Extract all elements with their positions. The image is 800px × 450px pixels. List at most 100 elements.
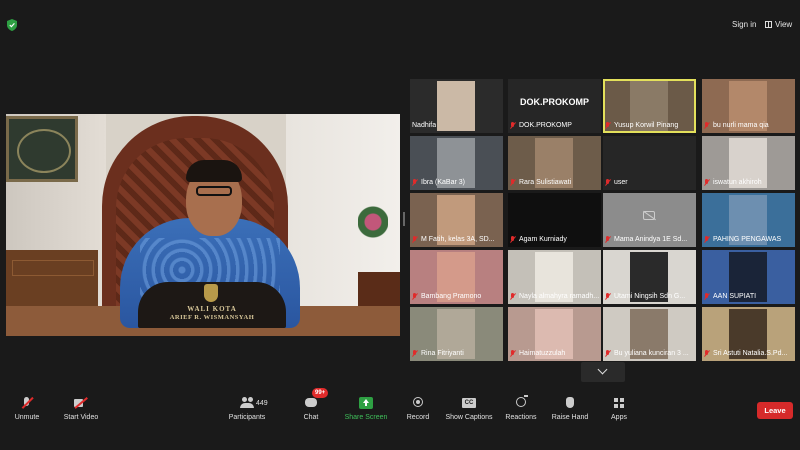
mic-muted-icon <box>20 397 34 409</box>
participants-label: Participants <box>228 414 266 421</box>
participant-name-bar: AAN SUPIATI <box>702 292 756 302</box>
participant-tile[interactable]: Nayla almahyra ramadh... <box>508 250 601 304</box>
video-off-icon <box>74 397 88 409</box>
show-captions-button[interactable]: Show Captions <box>444 392 494 428</box>
participant-tile[interactable]: bu nurli mama qia <box>702 79 795 133</box>
participant-tile[interactable]: Utami Ningsih Sdn G... <box>603 250 696 304</box>
participant-name: Sri Astuti Natalia.S.Pd... <box>713 350 788 357</box>
mic-muted-icon <box>605 179 611 187</box>
participant-tile[interactable]: DOK.PROKOMP DOK.PROKOMP <box>508 79 601 133</box>
unmute-label: Unmute <box>14 414 40 421</box>
participant-tile[interactable]: Haimatuzzulah <box>508 307 601 361</box>
participant-video <box>437 81 475 131</box>
top-bar: Sign in View <box>0 0 800 50</box>
reactions-button[interactable]: Reactions <box>503 392 539 428</box>
participant-name-bar: Nadhifa <box>410 121 436 131</box>
reactions-label: Reactions <box>505 414 537 421</box>
raise-hand-button[interactable]: Raise Hand <box>550 392 590 428</box>
participant-tile[interactable]: Bambang Pramono <box>410 250 503 304</box>
nameplate-name: ARIEF R. WISMANSYAH <box>169 314 255 321</box>
participant-name: PAHING PENGAWAS <box>713 236 782 243</box>
record-icon <box>411 397 425 409</box>
participant-name: Ibra (KaBar 3) <box>421 179 465 186</box>
share-screen-icon <box>359 397 373 409</box>
participant-tile[interactable]: user <box>603 136 696 190</box>
participant-name: DOK.PROKOMP <box>519 122 572 129</box>
participant-tile[interactable]: PAHING PENGAWAS <box>702 193 795 247</box>
flower-vase <box>358 206 388 246</box>
participant-name-bar: Rina Fitriyanti <box>410 349 464 359</box>
glasses <box>196 186 232 196</box>
mic-muted-icon <box>704 350 710 358</box>
participant-name-bar: Haimatuzzulah <box>508 349 565 359</box>
splitter-handle[interactable] <box>403 212 405 226</box>
mic-muted-icon <box>412 236 418 244</box>
participant-tile[interactable]: M Fatih, kelas 3A, SD... <box>410 193 503 247</box>
participant-name: Mama Anindya 1E Sd... <box>614 236 688 243</box>
shield-icon[interactable] <box>7 19 17 31</box>
start-video-label: Start Video <box>63 414 99 421</box>
participant-name-bar: Yusup Korwil Pinang <box>603 121 678 131</box>
participant-name: Utami Ningsih Sdn G... <box>614 293 686 300</box>
share-screen-button[interactable]: Share Screen <box>343 392 389 428</box>
next-page-button[interactable] <box>581 362 625 382</box>
sign-in-link[interactable]: Sign in <box>732 20 756 29</box>
mic-muted-icon <box>704 236 710 244</box>
reactions-icon <box>514 395 528 409</box>
apps-icon <box>612 397 626 409</box>
participant-name: M Fatih, kelas 3A, SD... <box>421 236 495 243</box>
participant-tile[interactable]: Rara Sulistiawati <box>508 136 601 190</box>
start-video-button[interactable]: Start Video <box>58 392 104 428</box>
show-captions-label: Show Captions <box>445 414 493 421</box>
mic-muted-icon <box>412 293 418 301</box>
record-button[interactable]: Record <box>403 392 433 428</box>
mic-muted-icon <box>704 122 710 130</box>
captions-icon <box>462 397 476 409</box>
participant-name-bar: M Fatih, kelas 3A, SD... <box>410 235 495 245</box>
participants-button[interactable]: Participants <box>224 392 270 428</box>
unmute-button[interactable]: Unmute <box>8 392 46 428</box>
participant-name-bar: bu nurli mama qia <box>702 121 769 131</box>
raise-hand-label: Raise Hand <box>551 414 589 421</box>
participant-tile[interactable]: Ibra (KaBar 3) <box>410 136 503 190</box>
participant-name: Nadhifa <box>412 122 437 129</box>
view-label: View <box>775 20 793 29</box>
record-label: Record <box>406 414 430 421</box>
participant-name-bar: user <box>603 178 628 188</box>
participant-tile[interactable]: Nadhifa <box>410 79 503 133</box>
participants-count: 449 <box>256 400 268 407</box>
hand-icon <box>563 397 577 409</box>
participant-tile[interactable]: Agam Kurniady <box>508 193 601 247</box>
mic-muted-icon <box>605 350 611 358</box>
mic-muted-icon <box>510 179 516 187</box>
participant-name: Agam Kurniady <box>519 236 567 243</box>
participant-tile[interactable]: AAN SUPIATI <box>702 250 795 304</box>
participant-tile[interactable]: Bu yuliana kunciran 3 ... <box>603 307 696 361</box>
participant-name: Bambang Pramono <box>421 293 482 300</box>
participant-name: Bu yuliana kunciran 3 ... <box>614 350 689 357</box>
cabinet <box>6 250 98 310</box>
calligraphy-frame <box>6 116 78 182</box>
participant-tile[interactable]: iswatun akhiroh <box>702 136 795 190</box>
participant-tile[interactable]: Sri Astuti Natalia.S.Pd... <box>702 307 795 361</box>
participant-name: Rina Fitriyanti <box>421 350 464 357</box>
mic-muted-icon <box>510 122 516 130</box>
view-button[interactable]: View <box>765 20 792 29</box>
view-grid-icon <box>765 21 772 28</box>
participant-tile[interactable]: Rina Fitriyanti <box>410 307 503 361</box>
participant-name-bar: Mama Anindya 1E Sd... <box>603 235 687 245</box>
participant-name: AAN SUPIATI <box>713 293 757 300</box>
chevron-down-icon <box>597 364 608 375</box>
leave-button[interactable]: Leave <box>757 402 793 419</box>
participant-name-bar: PAHING PENGAWAS <box>702 235 781 245</box>
mic-muted-icon <box>605 293 611 301</box>
participant-name-bar: Bu yuliana kunciran 3 ... <box>603 349 689 359</box>
participant-tile[interactable]: Mama Anindya 1E Sd... <box>603 193 696 247</box>
mic-muted-icon <box>704 293 710 301</box>
participant-tile[interactable]: Yusup Korwil Pinang <box>603 79 696 133</box>
speaker-video[interactable]: WALI KOTA ARIEF R. WISMANSYAH <box>6 114 400 336</box>
apps-button[interactable]: Apps <box>606 392 632 428</box>
mic-muted-icon <box>605 236 611 244</box>
mic-muted-icon <box>510 350 516 358</box>
participant-name: Rara Sulistiawati <box>519 179 572 186</box>
